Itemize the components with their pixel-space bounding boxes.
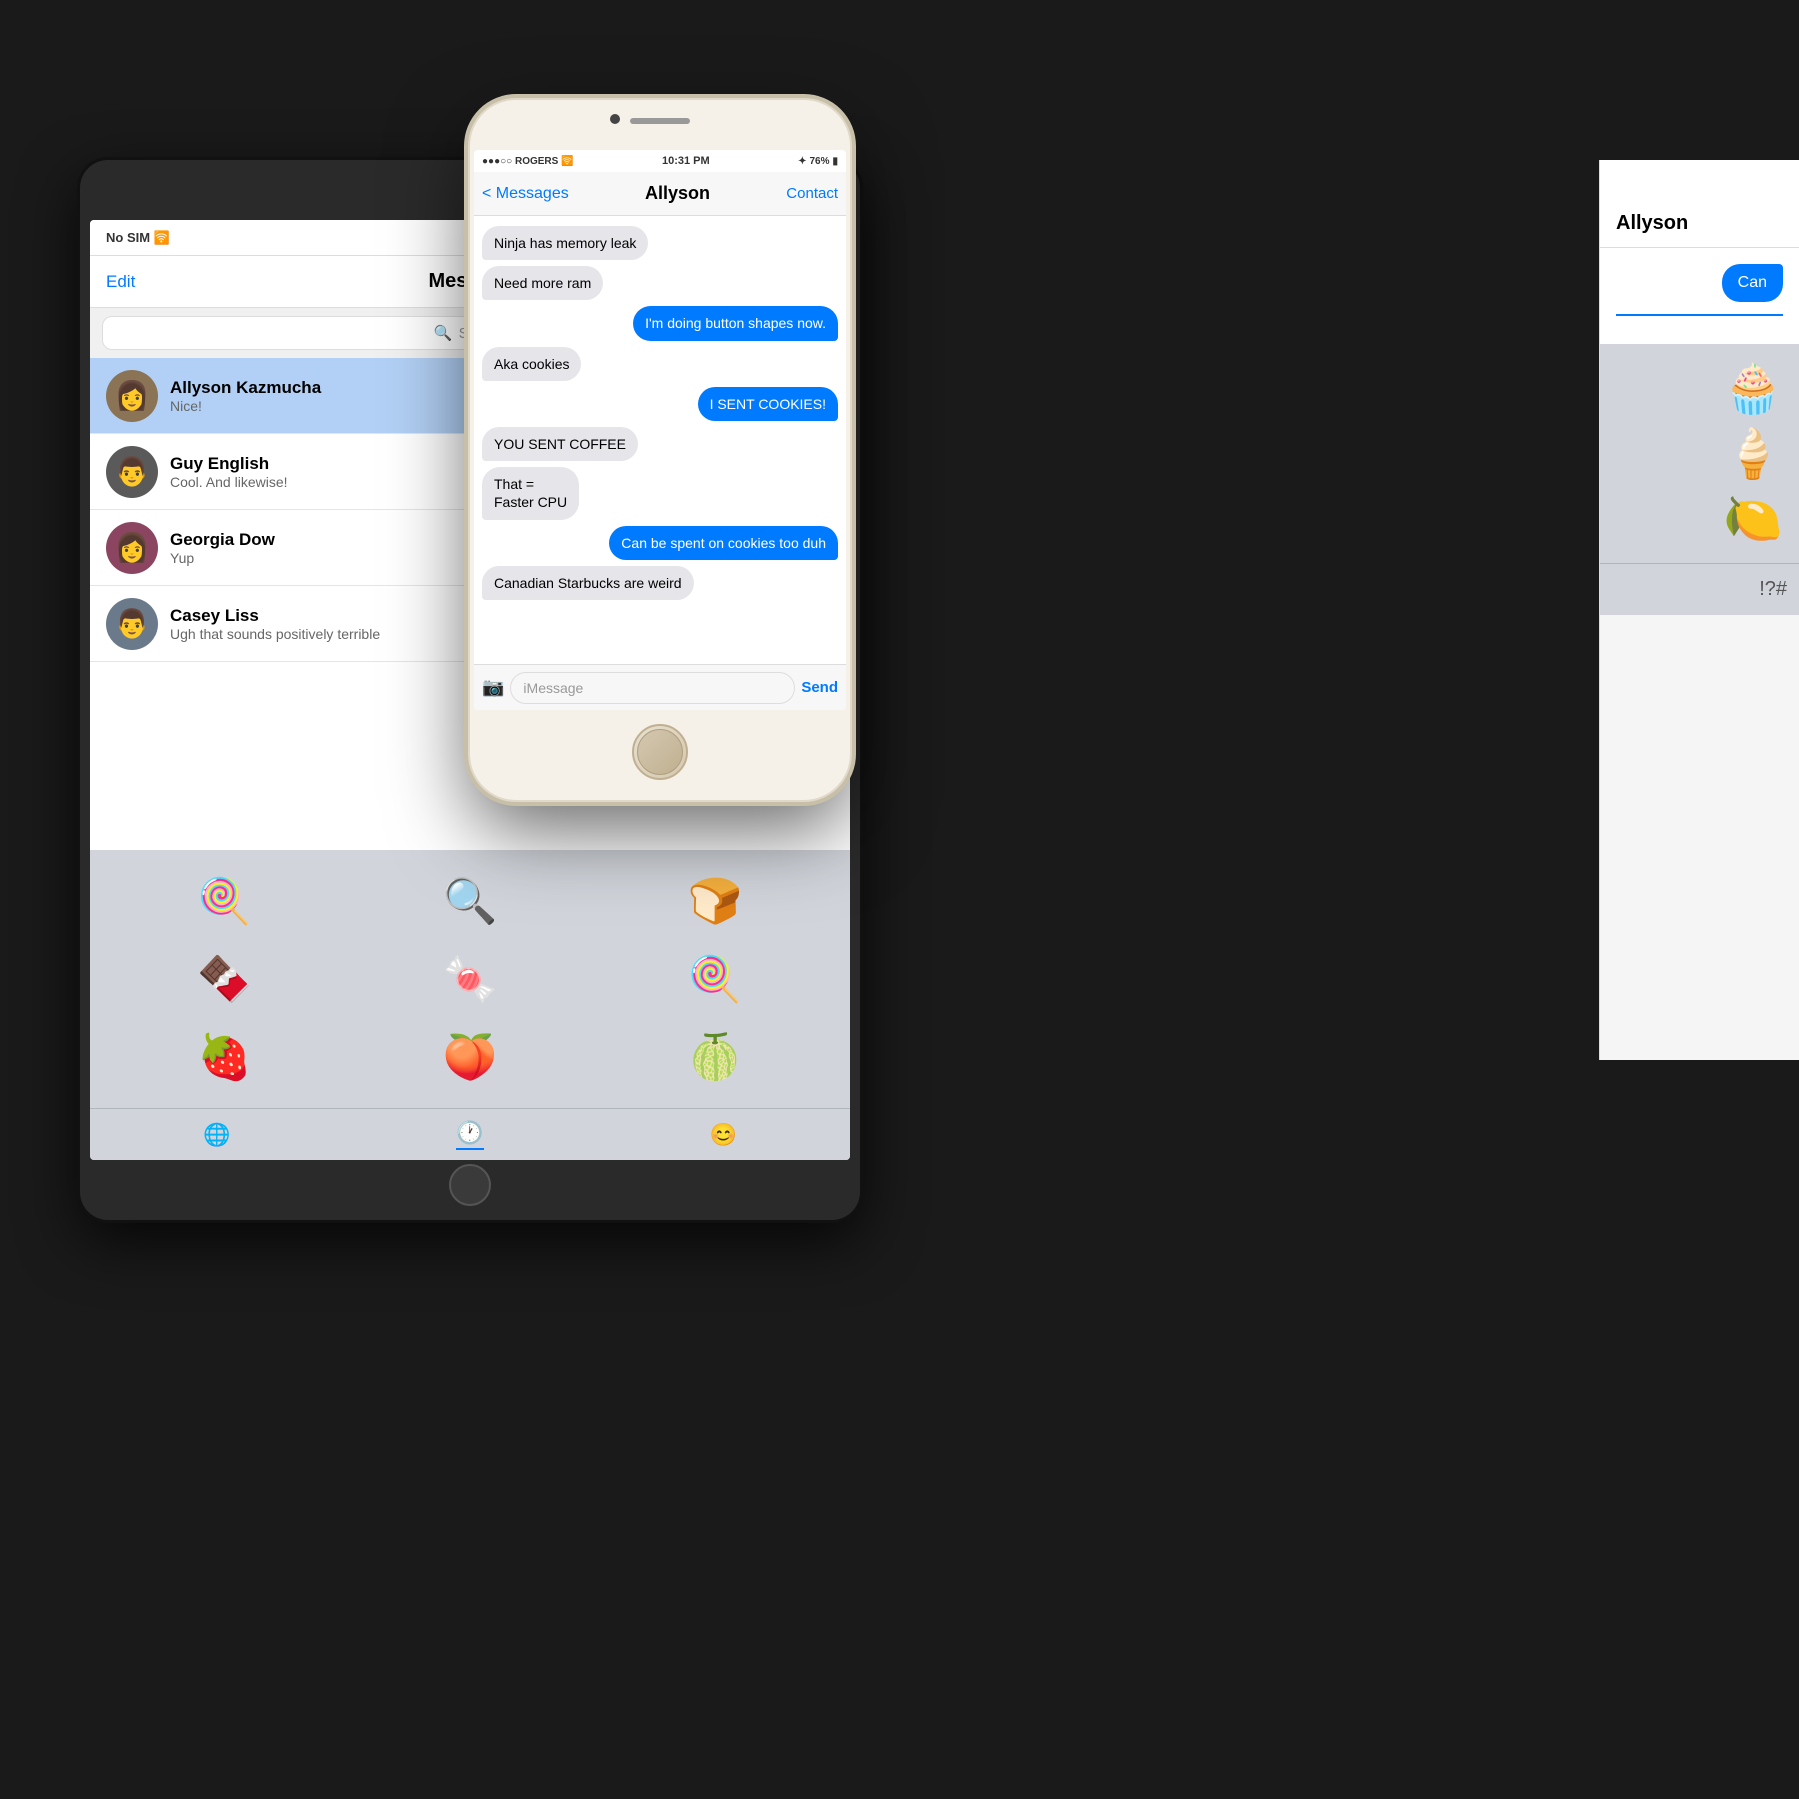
message-bubble: I'm doing button shapes now.: [633, 306, 838, 340]
iphone-speaker: [630, 118, 690, 124]
ipad-home-button[interactable]: [449, 1164, 491, 1206]
ipad-edit-button[interactable]: Edit: [106, 272, 135, 292]
bluetooth-icon: ✦: [798, 156, 806, 167]
message-bubble: YOU SENT COFFEE: [482, 427, 638, 461]
iphone-nav-bar: < Messages Allyson Contact: [474, 172, 846, 216]
message-row: That =Faster CPU: [482, 467, 838, 519]
right-panel: Allyson Can 🧁 🍦 🍋 !?#: [1599, 160, 1799, 1060]
emoji-item[interactable]: 🍬: [351, 944, 588, 1014]
iphone-back-button[interactable]: < Messages: [482, 185, 569, 203]
iphone-message-input[interactable]: iMessage: [510, 672, 795, 704]
message-row: YOU SENT COFFEE: [482, 427, 838, 461]
ipad-keyboard-toolbar: 🌐 🕐 😊: [90, 1108, 850, 1160]
message-row: I'm doing button shapes now.: [482, 306, 838, 340]
iphone-time: 10:31 PM: [662, 155, 710, 167]
emoji-item[interactable]: 🍈: [597, 1022, 834, 1092]
imessage-placeholder: iMessage: [523, 680, 583, 696]
message-row: Ninja has memory leak: [482, 226, 838, 260]
avatar: 👨: [106, 598, 158, 650]
message-row: Canadian Starbucks are weird: [482, 566, 838, 600]
emoji-item[interactable]: 🍭: [597, 944, 834, 1014]
message-bubble: Need more ram: [482, 266, 603, 300]
emoji-item[interactable]: 🍞: [597, 866, 834, 936]
message-row: Can be spent on cookies too duh: [482, 526, 838, 560]
iphone-device: ●●●○○ ROGERS 🛜 10:31 PM ✦ 76% ▮ < Messag…: [470, 100, 850, 800]
iphone-home-inner: [637, 729, 683, 775]
search-icon: 🔍: [434, 324, 453, 342]
iphone-carrier: ●●●○○ ROGERS 🛜: [482, 156, 574, 167]
emoji-icon[interactable]: 😊: [710, 1122, 737, 1148]
iphone-camera: [610, 114, 620, 124]
emoji-item[interactable]: 🍭: [106, 866, 343, 936]
message-bubble: Ninja has memory leak: [482, 226, 648, 260]
iphone-battery: ✦ 76% ▮: [798, 156, 838, 167]
right-panel-title: Allyson: [1616, 212, 1688, 235]
right-keyboard-icon[interactable]: !?#: [1759, 578, 1787, 601]
message-bubble: That =Faster CPU: [482, 467, 579, 519]
avatar: 👨: [106, 446, 158, 498]
emoji-item[interactable]: 🍑: [351, 1022, 588, 1092]
message-row: Aka cookies: [482, 347, 838, 381]
battery-icon: ▮: [832, 156, 838, 167]
message-bubble: Canadian Starbucks are weird: [482, 566, 694, 600]
iphone-screen: ●●●○○ ROGERS 🛜 10:31 PM ✦ 76% ▮ < Messag…: [474, 150, 846, 710]
right-partial-bubble: Can: [1738, 274, 1767, 291]
ipad-signal-status: No SIM 🛜: [106, 230, 170, 246]
clock-icon[interactable]: 🕐: [456, 1120, 483, 1150]
globe-icon[interactable]: 🌐: [203, 1122, 230, 1148]
iphone-send-button[interactable]: Send: [801, 679, 838, 696]
iphone-contact-button[interactable]: Contact: [786, 185, 838, 202]
message-row: Need more ram: [482, 266, 838, 300]
message-bubble: Aka cookies: [482, 347, 581, 381]
message-row: I SENT COOKIES!: [482, 387, 838, 421]
iphone-chat-title: Allyson: [569, 183, 787, 204]
ipad-emoji-keyboard: 🍭 🔍 🍞 🍫 🍬 🍭 🍓 🍑 🍈: [90, 850, 850, 1108]
right-emoji-2[interactable]: 🍦: [1723, 425, 1783, 482]
emoji-item[interactable]: 🍫: [106, 944, 343, 1014]
iphone-input-area: 📷 iMessage Send: [474, 664, 846, 710]
avatar: 👩: [106, 370, 158, 422]
emoji-item[interactable]: 🍓: [106, 1022, 343, 1092]
right-emoji-1[interactable]: 🧁: [1723, 360, 1783, 417]
message-bubble: I SENT COOKIES!: [698, 387, 838, 421]
emoji-item[interactable]: 🔍: [351, 866, 588, 936]
iphone-status-bar: ●●●○○ ROGERS 🛜 10:31 PM ✦ 76% ▮: [474, 150, 846, 172]
message-bubble: Can be spent on cookies too duh: [609, 526, 838, 560]
iphone-home-button[interactable]: [632, 724, 688, 780]
right-emoji-3[interactable]: 🍋: [1723, 490, 1783, 547]
avatar: 👩: [106, 522, 158, 574]
battery-percent: 76%: [809, 156, 829, 167]
iphone-message-list: Ninja has memory leak Need more ram I'm …: [474, 216, 846, 664]
iphone-camera-button[interactable]: 📷: [482, 677, 504, 698]
